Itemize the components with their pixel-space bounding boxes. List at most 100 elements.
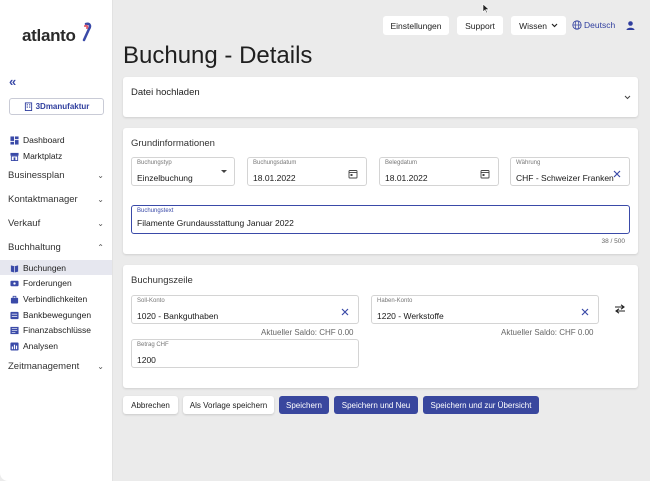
field-label: Soll-Konto bbox=[137, 298, 165, 304]
sidebar-item-label: Verbindlichkeiten bbox=[23, 294, 88, 304]
belegdatum-field[interactable]: Belegdatum 18.01.2022 bbox=[379, 157, 499, 186]
settings-button[interactable]: Einstellungen bbox=[383, 16, 449, 35]
field-value: Einzelbuchung bbox=[137, 173, 193, 183]
haben-konto-select[interactable]: Haben-Konto 1220 - Werkstoffe bbox=[371, 295, 599, 324]
user-icon[interactable] bbox=[625, 20, 636, 31]
soll-saldo: Aktueller Saldo: CHF 0.00 bbox=[261, 328, 354, 337]
waehrung-select[interactable]: Währung CHF - Schweizer Franken bbox=[510, 157, 630, 186]
sidebar-item-analysen[interactable]: Analysen bbox=[10, 341, 58, 351]
chevron-up-icon: ⌃ bbox=[97, 243, 104, 252]
sidebar: atlanto « 3Dmanufaktur Dashboard Marktpl… bbox=[0, 0, 113, 481]
sidebar-item-label: Forderungen bbox=[23, 278, 72, 288]
chevron-down-icon: ⌄ bbox=[97, 362, 104, 371]
support-button[interactable]: Support bbox=[457, 16, 503, 35]
cancel-button[interactable]: Abbrechen bbox=[123, 396, 178, 414]
dashboard-icon bbox=[10, 135, 19, 145]
store-icon bbox=[10, 152, 19, 161]
upload-card[interactable]: Datei hochladen bbox=[123, 77, 638, 117]
field-value: 18.01.2022 bbox=[253, 173, 296, 183]
sidebar-item-dashboard[interactable]: Dashboard bbox=[10, 135, 65, 145]
sidebar-item-label: Bankbewegungen bbox=[23, 310, 92, 320]
section-title: Buchungszeile bbox=[131, 275, 193, 286]
globe-icon bbox=[572, 20, 582, 30]
field-value: 18.01.2022 bbox=[385, 173, 428, 183]
chevron-down-icon bbox=[551, 23, 558, 28]
mouse-cursor-icon bbox=[482, 3, 490, 14]
sidebar-item-marktplatz[interactable]: Marktplatz bbox=[10, 151, 62, 161]
analytics-icon bbox=[10, 341, 19, 351]
save-button[interactable]: Speichern bbox=[279, 396, 329, 414]
sidebar-section-zeitmanagement[interactable]: Zeitmanagement ⌄ bbox=[8, 361, 104, 372]
soll-konto-select[interactable]: Soll-Konto 1020 - Bankguthaben bbox=[131, 295, 359, 324]
sidebar-item-label: Marktplatz bbox=[23, 151, 63, 161]
sidebar-section-verkauf[interactable]: Verkauf ⌄ bbox=[8, 218, 104, 229]
language-selector[interactable]: Deutsch bbox=[572, 20, 615, 30]
save-as-template-button[interactable]: Als Vorlage speichern bbox=[183, 396, 274, 414]
clear-icon[interactable] bbox=[580, 307, 590, 317]
haben-saldo: Aktueller Saldo: CHF 0.00 bbox=[501, 328, 594, 337]
buchungsdatum-field[interactable]: Buchungsdatum 18.01.2022 bbox=[247, 157, 367, 186]
field-label: Haben-Konto bbox=[377, 298, 413, 304]
company-name: 3Dmanufaktur bbox=[35, 102, 90, 111]
sidebar-item-buchungen[interactable]: Buchungen bbox=[10, 263, 66, 273]
buchungstext-input[interactable]: Buchungstext Filamente Grundausstattung … bbox=[131, 205, 630, 234]
page-title: Buchung - Details bbox=[123, 42, 313, 69]
collapse-sidebar-icon[interactable]: « bbox=[9, 74, 16, 89]
sidebar-item-label: Dashboard bbox=[23, 135, 65, 145]
bank-icon bbox=[10, 311, 19, 319]
field-value: 1200 bbox=[137, 355, 156, 365]
field-value: 1220 - Werkstoffe bbox=[377, 311, 444, 321]
dropdown-arrow-icon bbox=[221, 170, 227, 173]
field-value: 1020 - Bankguthaben bbox=[137, 311, 219, 321]
bag-icon bbox=[10, 295, 19, 304]
field-label: Buchungsdatum bbox=[253, 160, 297, 166]
wissen-dropdown[interactable]: Wissen bbox=[511, 16, 566, 35]
sidebar-item-forderungen[interactable]: Forderungen bbox=[10, 278, 72, 288]
sidebar-item-finanzabschluesse[interactable]: Finanzabschlüsse bbox=[10, 325, 91, 335]
betrag-input[interactable]: Betrag CHF 1200 bbox=[131, 339, 359, 368]
section-label: Buchhaltung bbox=[8, 242, 61, 253]
book-icon bbox=[10, 264, 19, 273]
calendar-icon[interactable] bbox=[480, 169, 490, 179]
sidebar-item-verbindlichkeiten[interactable]: Verbindlichkeiten bbox=[10, 294, 87, 304]
section-label: Zeitmanagement bbox=[8, 361, 80, 372]
sidebar-section-businessplan[interactable]: Businessplan ⌄ bbox=[8, 170, 104, 181]
field-value: Filamente Grundausstattung Januar 2022 bbox=[137, 218, 294, 228]
section-label: Verkauf bbox=[8, 218, 41, 229]
upload-title: Datei hochladen bbox=[131, 87, 200, 98]
chevron-down-icon: ⌄ bbox=[97, 219, 104, 228]
swap-accounts-icon[interactable] bbox=[614, 304, 626, 314]
section-label: Businessplan bbox=[8, 170, 65, 181]
save-and-new-button[interactable]: Speichern und Neu bbox=[334, 396, 418, 414]
field-value: CHF - Schweizer Franken bbox=[516, 173, 614, 183]
sidebar-item-label: Analysen bbox=[23, 341, 58, 351]
field-label: Buchungstyp bbox=[137, 160, 172, 166]
clear-icon[interactable] bbox=[340, 307, 350, 317]
language-label: Deutsch bbox=[584, 20, 616, 30]
field-label: Belegdatum bbox=[385, 160, 418, 166]
chevron-down-icon[interactable] bbox=[624, 95, 631, 100]
sidebar-item-label: Buchungen bbox=[23, 263, 67, 273]
logo: atlanto bbox=[22, 26, 76, 45]
calendar-icon[interactable] bbox=[348, 169, 358, 179]
buchungstyp-select[interactable]: Buchungstyp Einzelbuchung bbox=[131, 157, 235, 186]
sidebar-section-buchhaltung[interactable]: Buchhaltung ⌃ bbox=[8, 242, 104, 253]
field-label: Währung bbox=[516, 160, 541, 166]
character-counter: 38 / 500 bbox=[601, 238, 626, 245]
sidebar-section-kontaktmanager[interactable]: Kontaktmanager ⌄ bbox=[8, 194, 104, 205]
chevron-down-icon: ⌄ bbox=[97, 171, 104, 180]
field-label: Betrag CHF bbox=[137, 342, 169, 348]
chevron-down-icon: ⌄ bbox=[97, 195, 104, 204]
sidebar-item-label: Finanzabschlüsse bbox=[23, 325, 92, 335]
sidebar-item-bankbewegungen[interactable]: Bankbewegungen bbox=[10, 310, 91, 320]
section-label: Kontaktmanager bbox=[8, 194, 78, 205]
logo-mark-icon bbox=[82, 22, 92, 42]
section-title: Grundinformationen bbox=[131, 138, 215, 149]
field-label: Buchungstext bbox=[137, 208, 174, 214]
company-selector[interactable]: 3Dmanufaktur bbox=[9, 98, 104, 115]
save-and-overview-button[interactable]: Speichern und zur Übersicht bbox=[423, 396, 539, 414]
report-icon bbox=[10, 326, 19, 334]
building-icon bbox=[24, 102, 32, 111]
clear-icon[interactable] bbox=[612, 169, 622, 179]
wissen-label: Wissen bbox=[519, 20, 547, 31]
